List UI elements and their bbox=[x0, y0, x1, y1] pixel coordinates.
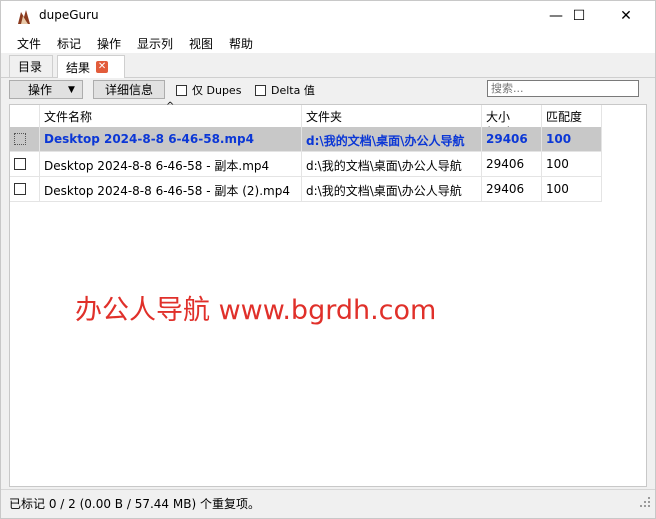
tab-results-label: 结果 bbox=[66, 60, 91, 75]
title-bar: dupeGuru — ☐ ✕ bbox=[1, 1, 655, 31]
cell-match: 100 bbox=[542, 127, 602, 152]
chevron-down-icon: ▼ bbox=[68, 84, 75, 95]
tab-close-icon[interactable]: ✕ bbox=[96, 61, 109, 73]
cell-folder: d:\我的文档\桌面\办公人导航 bbox=[302, 177, 482, 202]
search-input[interactable] bbox=[487, 80, 639, 97]
sort-ascending-icon: ^ bbox=[166, 101, 175, 112]
actions-label: 操作 bbox=[28, 83, 53, 97]
row-checkbox[interactable] bbox=[14, 183, 26, 195]
close-button[interactable]: ✕ bbox=[603, 1, 649, 31]
menu-actions[interactable]: 操作 bbox=[97, 35, 121, 52]
header-filename-label: 文件名称 bbox=[44, 110, 93, 124]
details-button[interactable]: 详细信息 bbox=[93, 80, 165, 99]
cell-size: 29406 bbox=[482, 152, 542, 177]
maximize-icon: ☐ bbox=[572, 8, 586, 24]
row-checkbox[interactable] bbox=[14, 158, 26, 170]
status-text: 已标记 0 / 2 (0.00 B / 57.44 MB) 个重复项。 bbox=[9, 497, 260, 511]
app-window: dupeGuru — ☐ ✕ 文件 标记 操作 显示列 视图 帮助 目录 结果 … bbox=[0, 0, 656, 519]
cell-filename: Desktop 2024-8-8 6-46-58 - 副本.mp4 bbox=[40, 152, 302, 177]
table-row[interactable]: Desktop 2024-8-8 6-46-58 - 副本.mp4 d:\我的文… bbox=[10, 152, 602, 177]
tab-strip: 目录 结果 ✕ bbox=[1, 53, 655, 78]
cell-size: 29406 bbox=[482, 127, 542, 152]
toolbar: 操作 ▼ 详细信息 仅 Dupes Delta 值 bbox=[1, 78, 655, 101]
menu-help[interactable]: 帮助 bbox=[229, 35, 253, 52]
cell-folder: d:\我的文档\桌面\办公人导航 bbox=[302, 152, 482, 177]
menu-bar: 文件 标记 操作 显示列 视图 帮助 bbox=[1, 31, 655, 53]
cell-folder: d:\我的文档\桌面\办公人导航 bbox=[302, 127, 482, 152]
table-header: 文件名称 ^ 文件夹 大小 (KB) 匹配度 % bbox=[10, 101, 602, 139]
menu-mark[interactable]: 标记 bbox=[57, 35, 81, 52]
menu-columns[interactable]: 显示列 bbox=[137, 35, 173, 52]
cell-match: 100 bbox=[542, 152, 602, 177]
app-logo-icon bbox=[18, 10, 30, 24]
menu-file[interactable]: 文件 bbox=[17, 35, 41, 52]
delta-values-checkbox[interactable]: Delta 值 bbox=[255, 82, 315, 98]
maximize-button[interactable]: ☐ bbox=[556, 1, 602, 31]
menu-view[interactable]: 视图 bbox=[189, 35, 213, 52]
header-size[interactable]: 大小 (KB) bbox=[482, 105, 542, 139]
tab-directories-label: 目录 bbox=[18, 60, 43, 74]
cell-match: 100 bbox=[542, 177, 602, 202]
header-folder[interactable]: 文件夹 bbox=[302, 105, 482, 127]
status-bar: 已标记 0 / 2 (0.00 B / 57.44 MB) 个重复项。 bbox=[1, 489, 655, 512]
actions-dropdown-button[interactable]: 操作 ▼ bbox=[9, 80, 83, 99]
cell-filename: Desktop 2024-8-8 6-46-58.mp4 bbox=[40, 127, 302, 152]
header-match[interactable]: 匹配度 % bbox=[542, 105, 602, 139]
delta-values-check-box[interactable] bbox=[255, 84, 266, 96]
header-checkbox-column[interactable] bbox=[10, 105, 40, 127]
delta-values-label: Delta 值 bbox=[271, 84, 315, 97]
table-row[interactable]: Desktop 2024-8-8 6-46-58 - 副本 (2).mp4 d:… bbox=[10, 177, 602, 202]
tab-results[interactable]: 结果 ✕ bbox=[57, 55, 125, 78]
window-title: dupeGuru bbox=[39, 8, 99, 22]
table-row[interactable]: Desktop 2024-8-8 6-46-58.mp4 d:\我的文档\桌面\… bbox=[10, 127, 602, 152]
dupes-only-check-box[interactable] bbox=[176, 84, 187, 96]
close-icon: ✕ bbox=[620, 8, 632, 24]
watermark-text: 办公人导航 www.bgrdh.com bbox=[75, 295, 437, 326]
resize-grip-icon[interactable] bbox=[639, 496, 651, 508]
dupes-only-label: 仅 Dupes bbox=[192, 84, 242, 97]
cell-size: 29406 bbox=[482, 177, 542, 202]
details-label: 详细信息 bbox=[105, 83, 154, 97]
dupes-only-checkbox[interactable]: 仅 Dupes bbox=[176, 82, 241, 98]
header-folder-label: 文件夹 bbox=[306, 110, 343, 124]
row-checkbox[interactable] bbox=[14, 133, 26, 145]
cell-filename: Desktop 2024-8-8 6-46-58 - 副本 (2).mp4 bbox=[40, 177, 302, 202]
tab-directories[interactable]: 目录 bbox=[9, 55, 53, 77]
header-filename[interactable]: 文件名称 ^ bbox=[40, 101, 302, 127]
